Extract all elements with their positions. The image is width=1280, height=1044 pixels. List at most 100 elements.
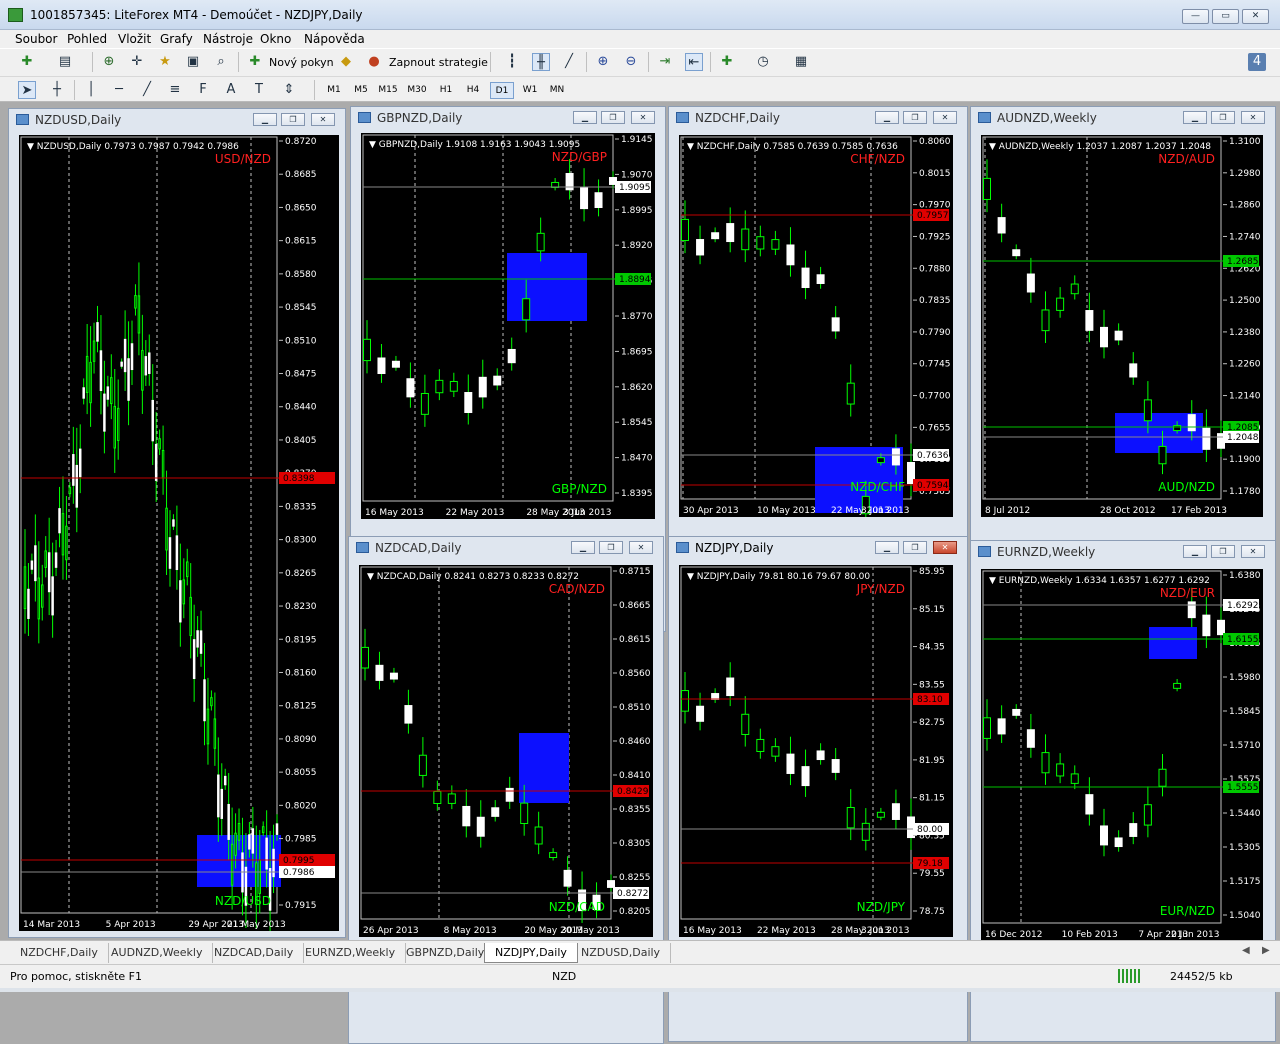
timeframe-d1[interactable]: D1 — [490, 82, 514, 99]
data-window-icon[interactable]: ✛ — [128, 53, 146, 71]
chart-window-nzdusd[interactable]: NZDUSD,Daily ▁ ❐ ✕ 0.8720 0.8685 0.8650 0.86… — [8, 108, 346, 938]
timeframe-mn[interactable]: MN — [545, 82, 569, 99]
menu-grafy[interactable]: Grafy — [160, 32, 193, 46]
chart-shift-icon[interactable]: ⇤ — [685, 53, 703, 71]
strategy-button[interactable]: Zapnout strategie — [389, 56, 488, 69]
tab-eurnzd[interactable]: EURNZD,Weekly — [295, 943, 407, 963]
menu-napoveda[interactable]: Nápověda — [304, 32, 365, 46]
candle-body — [272, 848, 275, 878]
tab-scroll-right-icon[interactable]: ▶ — [1262, 945, 1270, 956]
menu-okno[interactable]: Okno — [260, 32, 291, 46]
chart-plot-nzdcad[interactable]: 0.8715 0.8665 0.8615 0.8560 0.8510 0.8460 0.84… — [359, 565, 653, 937]
timeframe-h1[interactable]: H1 — [434, 82, 458, 99]
menu-vlozit[interactable]: Vložit — [118, 32, 151, 46]
chart-restore-button[interactable]: ❐ — [903, 541, 927, 554]
maximize-button[interactable]: ▭ — [1212, 9, 1239, 24]
timeframe-m30[interactable]: M30 — [405, 82, 429, 99]
menu-soubor[interactable]: Soubor — [15, 32, 57, 46]
chart-minimize-button[interactable]: ▁ — [875, 541, 899, 554]
chart-plot-nzdusd[interactable]: 0.8720 0.8685 0.8650 0.8615 0.8580 0.8545 0.85… — [19, 135, 339, 931]
tab-audnzd[interactable]: AUDNZD,Weekly — [101, 943, 214, 963]
notification-badge[interactable]: 4 — [1248, 53, 1266, 71]
chart-restore-button[interactable]: ❐ — [281, 113, 305, 126]
chart-minimize-button[interactable]: ▁ — [875, 111, 899, 124]
fibonacci-icon[interactable]: F — [194, 81, 212, 99]
new-order-icon[interactable]: ✚ — [246, 53, 264, 71]
menu-pohled[interactable]: Pohled — [67, 32, 107, 46]
expert-advisor-icon[interactable]: ● — [365, 53, 383, 71]
minimize-button[interactable]: — — [1182, 9, 1209, 24]
chart-close-button[interactable]: ✕ — [1241, 111, 1265, 124]
chart-restore-button[interactable]: ❐ — [601, 111, 625, 124]
chart-close-button[interactable]: ✕ — [933, 111, 957, 124]
chart-close-button[interactable]: ✕ — [631, 111, 655, 124]
market-watch-icon[interactable]: ⊕ — [100, 53, 118, 71]
line-chart-icon[interactable]: ╱ — [560, 53, 578, 71]
chart-plot-gbpnzd[interactable]: 1.91451.90701.89951.89201.88451.87701.86… — [361, 133, 655, 519]
timeframe-m5[interactable]: M5 — [349, 82, 373, 99]
chart-minimize-button[interactable]: ▁ — [573, 111, 597, 124]
chart-titlebar[interactable]: NZDCHF,Daily ▁ ❐ ✕ — [673, 108, 963, 128]
crosshair-icon[interactable]: ┼ — [48, 81, 66, 99]
text-label-icon[interactable]: T — [250, 81, 268, 99]
candlestick-icon[interactable]: ╫ — [532, 53, 550, 71]
chart-plot-audnzd[interactable]: 1.3100 1.2980 1.2860 1.2740 1.2620 1.2500 1.23… — [981, 135, 1263, 517]
timeframe-w1[interactable]: W1 — [518, 82, 542, 99]
timeframe-m15[interactable]: M15 — [376, 82, 400, 99]
chart-plot-eurnzd[interactable]: 1.63801.62451.61151.59801.58451.57101.55… — [981, 569, 1263, 941]
trendline-icon[interactable]: ╱ — [138, 81, 156, 99]
menu-nastroje[interactable]: Nástroje — [203, 32, 253, 46]
chart-restore-button[interactable]: ❐ — [1211, 545, 1235, 558]
chart-close-button[interactable]: ✕ — [311, 113, 335, 126]
chart-close-button[interactable]: ✕ — [629, 541, 653, 554]
chart-close-button[interactable]: ✕ — [933, 541, 957, 554]
new-chart-icon[interactable]: ✚ — [18, 53, 36, 71]
chart-minimize-button[interactable]: ▁ — [1183, 111, 1207, 124]
terminal-icon[interactable]: ▣ — [184, 53, 202, 71]
timeframe-h4[interactable]: H4 — [461, 82, 485, 99]
equidistant-channel-icon[interactable]: ≡ — [166, 81, 184, 99]
tab-scroll-left-icon[interactable]: ◀ — [1242, 945, 1250, 956]
vertical-line-icon[interactable]: │ — [82, 81, 100, 99]
chart-minimize-button[interactable]: ▁ — [1183, 545, 1207, 558]
close-button[interactable]: ✕ — [1242, 9, 1269, 24]
chart-restore-button[interactable]: ❐ — [1211, 111, 1235, 124]
horizontal-line-icon[interactable]: ─ — [110, 81, 128, 99]
bar-chart-icon[interactable]: ┇ — [503, 53, 521, 71]
strategy-tester-icon[interactable]: ⌕ — [212, 53, 230, 71]
chart-restore-button[interactable]: ❐ — [599, 541, 623, 554]
chart-titlebar[interactable]: EURNZD,Weekly ▁ ❐ ✕ — [975, 542, 1271, 562]
new-order-button[interactable]: Nový pokyn — [269, 56, 334, 69]
chart-titlebar[interactable]: NZDJPY,Daily ▁ ❐ ✕ — [673, 538, 963, 558]
metaeditor-icon[interactable]: ◆ — [337, 53, 355, 71]
candle-body — [478, 376, 487, 398]
chart-minimize-button[interactable]: ▁ — [571, 541, 595, 554]
periods-icon[interactable]: ◷ — [754, 53, 772, 71]
chart-close-button[interactable]: ✕ — [1241, 545, 1265, 558]
chart-plot-nzdjpy[interactable]: 85.95 85.15 84.35 83.55 82.75 81.95 81.15 80.35… — [679, 565, 953, 937]
cursor-icon[interactable]: ➤ — [18, 81, 36, 99]
chart-minimize-button[interactable]: ▁ — [253, 113, 277, 126]
zoom-in-icon[interactable]: ⊕ — [594, 53, 612, 71]
tab-gbpnzd[interactable]: GBPNZD,Daily — [396, 943, 496, 963]
text-icon[interactable]: A — [222, 81, 240, 99]
chart-titlebar[interactable]: GBPNZD,Daily ▁ ❐ ✕ — [355, 108, 661, 128]
candle-body — [92, 340, 96, 362]
chart-titlebar[interactable]: NZDUSD,Daily ▁ ❐ ✕ — [13, 110, 341, 130]
timeframe-m1[interactable]: M1 — [322, 82, 346, 99]
chart-restore-button[interactable]: ❐ — [903, 111, 927, 124]
arrows-icon[interactable]: ⇕ — [280, 81, 298, 99]
tab-nzdjpy[interactable]: NZDJPY,Daily — [484, 943, 578, 963]
tab-nzdusd[interactable]: NZDUSD,Daily — [571, 943, 672, 963]
tab-nzdchf[interactable]: NZDCHF,Daily — [10, 943, 109, 963]
chart-titlebar[interactable]: NZDCAD,Daily ▁ ❐ ✕ — [353, 538, 659, 558]
auto-scroll-icon[interactable]: ⇥ — [656, 53, 674, 71]
profiles-icon[interactable]: ▤ — [56, 53, 74, 71]
indicators-icon[interactable]: ✚ — [718, 53, 736, 71]
templates-icon[interactable]: ▦ — [792, 53, 810, 71]
navigator-icon[interactable]: ★ — [156, 53, 174, 71]
chart-plot-nzdchf[interactable]: 0.8060 0.8015 0.7970 0.7925 0.7880 0.7835 0.77… — [679, 135, 953, 517]
chart-titlebar[interactable]: AUDNZD,Weekly ▁ ❐ ✕ — [975, 108, 1271, 128]
tab-nzdcad[interactable]: NZDCAD,Daily — [204, 943, 305, 963]
zoom-out-icon[interactable]: ⊖ — [622, 53, 640, 71]
